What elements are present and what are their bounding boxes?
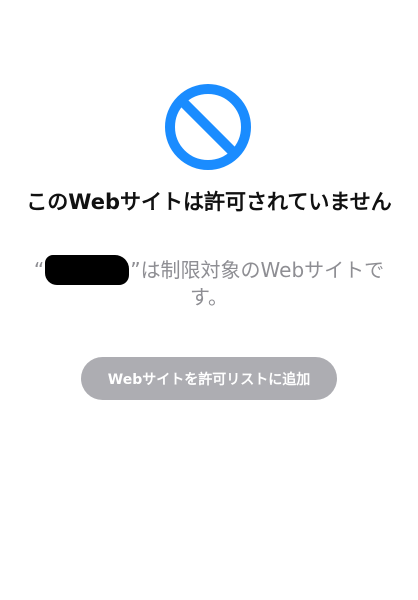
prohibited-icon	[165, 84, 251, 170]
prohibited-icon-slash	[177, 96, 239, 158]
open-quote: “	[33, 258, 45, 282]
page-title: このWebサイトは許可されていません	[26, 190, 392, 214]
add-to-allow-list-button[interactable]: Webサイトを許可リストに追加	[81, 357, 337, 400]
restriction-message-text: は制限対象のWebサイトです。	[140, 258, 385, 309]
redacted-site-name	[45, 255, 130, 285]
close-quote: ”	[130, 258, 141, 282]
restriction-message: “ ”は制限対象のWebサイトです。	[20, 255, 398, 310]
